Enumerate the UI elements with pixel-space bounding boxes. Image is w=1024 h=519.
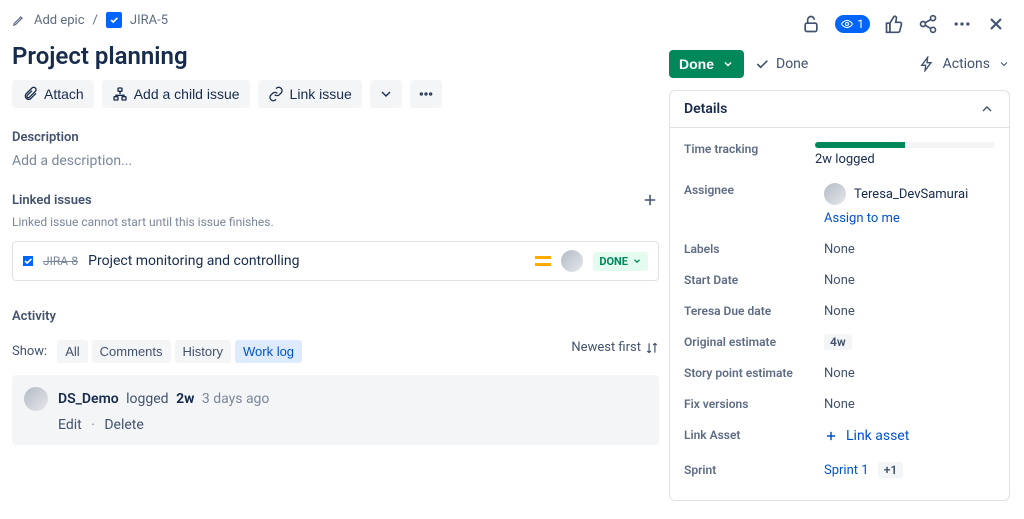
field-original-estimate: Original estimate 4w (684, 327, 995, 358)
link-issue-dropdown[interactable] (370, 80, 402, 108)
ellipsis-icon (418, 86, 434, 102)
add-epic-link[interactable]: Add epic (34, 13, 85, 28)
linked-issue-status[interactable]: DONE (593, 252, 648, 271)
link-asset-button[interactable]: Link asset (824, 428, 909, 444)
check-icon (754, 56, 770, 72)
tab-worklog[interactable]: Work log (235, 340, 302, 363)
field-fix-versions: Fix versions None (684, 389, 995, 420)
sprint-overflow-badge[interactable]: +1 (878, 462, 903, 478)
sort-icon (645, 341, 659, 355)
watch-button[interactable]: 1 (835, 15, 870, 33)
issue-toolbar: Attach Add a child issue Link issue (12, 80, 659, 108)
avatar-icon (24, 387, 48, 411)
tab-history[interactable]: History (175, 340, 231, 363)
activity-tabs: Show: All Comments History Work log (12, 340, 302, 363)
chevron-down-icon (998, 58, 1010, 70)
worklog-duration: 2w (176, 391, 194, 407)
pencil-icon (12, 13, 26, 27)
link-icon (268, 86, 284, 102)
issue-header-actions: 1 (669, 14, 1010, 34)
assignee-avatar-icon (561, 250, 583, 272)
tab-all[interactable]: All (57, 340, 87, 363)
linked-issue-summary: Project monitoring and controlling (88, 253, 525, 269)
description-input[interactable]: Add a description... (12, 153, 659, 169)
activity-label: Activity (12, 309, 659, 324)
chevron-down-icon (378, 86, 394, 102)
link-issue-button[interactable]: Link issue (258, 80, 362, 108)
issue-title[interactable]: Project planning (12, 42, 659, 70)
lock-icon[interactable] (801, 14, 821, 34)
breadcrumb: Add epic / JIRA-5 (12, 12, 659, 28)
tab-comments[interactable]: Comments (92, 340, 171, 363)
linked-issue-key: JIRA-8 (43, 254, 78, 268)
time-tracking-bar (815, 142, 995, 148)
chevron-down-icon (722, 58, 734, 70)
thumbs-up-icon[interactable] (884, 14, 904, 34)
linked-issues-note: Linked issue cannot start until this iss… (12, 215, 659, 229)
avatar-icon (824, 183, 846, 205)
linked-issues-label: Linked issues (12, 193, 92, 208)
field-time-tracking: Time tracking 2w logged (684, 134, 995, 175)
description-label: Description (12, 130, 659, 145)
show-label: Show: (12, 344, 47, 359)
child-issue-icon (112, 86, 128, 102)
add-child-issue-button[interactable]: Add a child issue (102, 80, 250, 108)
chevron-up-icon (979, 101, 995, 117)
field-start-date: Start Date None (684, 265, 995, 296)
share-icon[interactable] (918, 14, 938, 34)
actions-dropdown[interactable]: Actions (919, 56, 1010, 72)
chevron-down-icon (632, 256, 642, 266)
ellipsis-icon[interactable] (952, 14, 972, 34)
plus-icon (824, 429, 838, 443)
done-flag: Done (754, 56, 808, 72)
field-labels: Labels None (684, 234, 995, 265)
field-story-points: Story point estimate None (684, 358, 995, 389)
linked-issue-row[interactable]: JIRA-8 Project monitoring and controllin… (12, 241, 659, 281)
issue-type-icon (106, 12, 122, 28)
details-panel: Details Time tracking 2w logged Assignee (669, 90, 1010, 501)
worklog-time: 3 days ago (202, 391, 270, 407)
worklog-delete-button[interactable]: Delete (104, 417, 143, 433)
field-assignee: Assignee Teresa_DevSamurai Assign to me (684, 175, 995, 234)
field-link-asset: Link Asset Link asset (684, 420, 995, 455)
field-sprint: Sprint Sprint 1 +1 (684, 455, 995, 486)
close-icon[interactable] (986, 14, 1006, 34)
field-due-date: Teresa Due date None (684, 296, 995, 327)
breadcrumb-separator: / (93, 13, 98, 28)
sort-button[interactable]: Newest first (571, 340, 659, 355)
plus-icon[interactable] (641, 191, 659, 209)
worklog-author[interactable]: DS_Demo (58, 391, 119, 407)
worklog-entry: DS_Demo logged 2w 3 days ago Edit · Dele… (12, 375, 659, 445)
eye-icon (841, 18, 853, 30)
paperclip-icon (22, 86, 38, 102)
attach-button[interactable]: Attach (12, 80, 94, 108)
issue-key-link[interactable]: JIRA-5 (130, 13, 168, 28)
status-button[interactable]: Done (669, 50, 744, 78)
worklog-edit-button[interactable]: Edit (58, 417, 82, 433)
priority-icon (535, 253, 551, 269)
assign-to-me-link[interactable]: Assign to me (824, 211, 995, 226)
details-header[interactable]: Details (670, 91, 1009, 128)
issue-type-icon (23, 256, 33, 266)
more-actions-button[interactable] (410, 80, 442, 108)
bolt-icon (919, 56, 935, 72)
sprint-link[interactable]: Sprint 1 (824, 463, 869, 478)
